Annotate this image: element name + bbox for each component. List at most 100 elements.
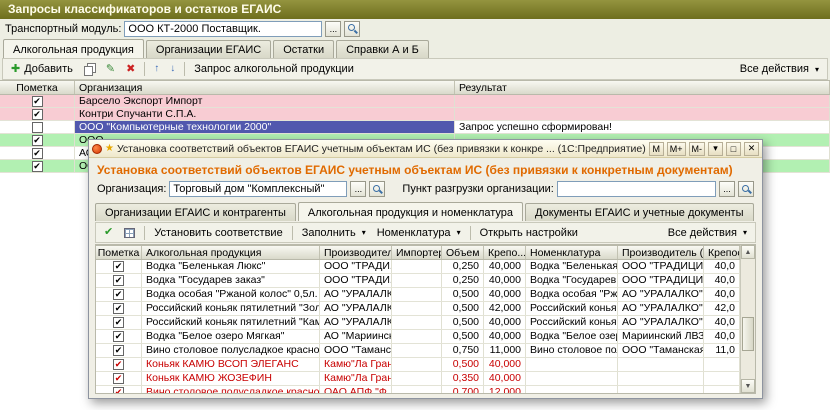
alcohol-cell[interactable]: Коньяк КАМЮ ВСОП ЭЛЕГАНС — [142, 358, 320, 371]
alcohol-cell[interactable]: Водка особая "Ржаной колос" 0,5л. — [142, 288, 320, 301]
row-checkbox[interactable] — [31, 147, 43, 159]
row-checkbox[interactable] — [113, 387, 124, 393]
volume-cell[interactable]: 0,750 — [442, 344, 484, 357]
nomenclature-cell[interactable]: Российский коньяк пятиле... — [526, 302, 618, 315]
producer-cell[interactable]: АО "УРАЛАЛК... — [320, 288, 392, 301]
organization-search-button[interactable] — [369, 181, 386, 197]
row-checkbox[interactable] — [31, 134, 43, 146]
move-down-button[interactable]: ↓ — [165, 62, 180, 76]
result-cell[interactable] — [455, 95, 830, 107]
row-checkbox[interactable] — [31, 121, 43, 133]
nomenclature-cell[interactable]: Российский коньяк пятиле... — [526, 316, 618, 329]
tab-certificates-a-b[interactable]: Справки А и Б — [336, 40, 429, 58]
nom-strength-cell[interactable]: 40,0 — [704, 260, 740, 273]
volume-cell[interactable]: 0,500 — [442, 316, 484, 329]
nom-producer-cell[interactable]: АО "УРАЛАЛКО" — [618, 288, 704, 301]
nomenclature-cell[interactable]: Вино столовое полусладк... — [526, 344, 618, 357]
mark-cell[interactable] — [0, 95, 75, 107]
strength-cell[interactable]: 40,000 — [484, 358, 526, 371]
row-checkbox[interactable] — [113, 345, 124, 356]
producer-cell[interactable]: АО "УРАЛАЛК... — [320, 316, 392, 329]
row-checkbox[interactable] — [113, 317, 124, 328]
result-cell[interactable]: Запрос успешно сформирован! — [455, 121, 830, 133]
column-header-nomenclature[interactable]: Номенклатура — [526, 246, 618, 259]
organization-cell[interactable]: Контри Спучанти С.П.А. — [75, 108, 455, 120]
nom-producer-cell[interactable]: ООО "Таманская вин... — [618, 344, 704, 357]
strength-cell[interactable]: 42,000 — [484, 302, 526, 315]
titlebar-dropdown-button[interactable]: ▾ — [708, 141, 723, 156]
mark-cell[interactable] — [0, 108, 75, 120]
strength-cell[interactable]: 12,000 — [484, 386, 526, 393]
nom-strength-cell[interactable] — [704, 386, 740, 393]
alcohol-cell[interactable]: Российский коньяк пятилетний "Каменный .… — [142, 316, 320, 329]
importer-cell[interactable] — [392, 344, 442, 357]
row-checkbox[interactable] — [113, 289, 124, 300]
nom-strength-cell[interactable] — [704, 358, 740, 371]
column-header-mark[interactable]: Пометка — [0, 81, 75, 94]
column-header-strength[interactable]: Крепо... — [484, 246, 526, 259]
organization-select-button[interactable]: ... — [350, 181, 367, 197]
organization-row[interactable]: ООО "Компьютерные технологии 2000" Запро… — [0, 121, 830, 134]
mark-cell[interactable] — [96, 302, 142, 315]
volume-cell[interactable]: 0,500 — [442, 358, 484, 371]
nom-producer-cell[interactable]: АО "УРАЛАЛКО" — [618, 316, 704, 329]
strength-cell[interactable]: 40,000 — [484, 288, 526, 301]
row-checkbox[interactable] — [113, 261, 124, 272]
importer-cell[interactable] — [392, 316, 442, 329]
nom-producer-cell[interactable]: АО "УРАЛАЛКО" — [618, 302, 704, 315]
list-button[interactable] — [119, 226, 140, 240]
transport-select-button[interactable]: ... — [325, 20, 342, 37]
product-row[interactable]: Водка "Беленькая Люкс" ООО "ТРАДИ... 0,2… — [96, 260, 740, 274]
mark-cell[interactable] — [0, 147, 75, 159]
mark-cell[interactable] — [96, 372, 142, 385]
product-row[interactable]: Российский коньяк пятилетний "Каменный .… — [96, 316, 740, 330]
strength-cell[interactable]: 40,000 — [484, 260, 526, 273]
fill-button[interactable]: Заполнить ▾ — [297, 225, 371, 241]
mark-cell[interactable] — [0, 121, 75, 133]
vertical-scrollbar[interactable]: ▲ ▼ — [740, 245, 755, 393]
tab-egais-organizations[interactable]: Организации ЕГАИС — [145, 40, 272, 58]
nom-producer-cell[interactable]: Мариинский ЛВЗ — [618, 330, 704, 343]
result-cell[interactable] — [455, 108, 830, 120]
row-checkbox[interactable] — [113, 359, 124, 370]
nom-producer-cell[interactable] — [618, 358, 704, 371]
importer-cell[interactable] — [392, 288, 442, 301]
add-button[interactable]: ✚ Добавить — [6, 61, 78, 77]
column-header-alcohol[interactable]: Алкогольная продукция — [142, 246, 320, 259]
importer-cell[interactable] — [392, 274, 442, 287]
nomenclature-cell[interactable]: Водка "Беленькая Люкс" — [526, 260, 618, 273]
producer-cell[interactable]: Камю"Ла Гран... — [320, 358, 392, 371]
mark-cell[interactable] — [96, 386, 142, 393]
mark-cell[interactable] — [96, 358, 142, 371]
product-row[interactable]: Водка особая "Ржаной колос" 0,5л. АО "УР… — [96, 288, 740, 302]
mark-cell[interactable] — [96, 330, 142, 343]
importer-cell[interactable] — [392, 372, 442, 385]
nomenclature-cell[interactable] — [526, 386, 618, 393]
organization-row[interactable]: Барсело Экспорт Импорт — [0, 95, 830, 108]
importer-cell[interactable] — [392, 302, 442, 315]
alcohol-cell[interactable]: Водка "Белое озеро Мягкая" — [142, 330, 320, 343]
memory-m-minus-button[interactable]: М- — [688, 141, 705, 156]
favorites-star-icon[interactable]: ★ — [105, 143, 114, 154]
mark-cell[interactable] — [0, 134, 75, 146]
nom-strength-cell[interactable]: 42,0 — [704, 302, 740, 315]
row-checkbox[interactable] — [113, 303, 124, 314]
volume-cell[interactable]: 0,500 — [442, 302, 484, 315]
column-header-result[interactable]: Результат — [455, 81, 830, 94]
nom-strength-cell[interactable]: 40,0 — [704, 288, 740, 301]
mark-cell[interactable] — [96, 260, 142, 273]
importer-cell[interactable] — [392, 386, 442, 393]
alcohol-cell[interactable]: Водка "Государев заказ" — [142, 274, 320, 287]
organization-input[interactable] — [169, 181, 348, 197]
mark-cell[interactable] — [96, 344, 142, 357]
scroll-down-button[interactable]: ▼ — [741, 379, 755, 393]
mark-cell[interactable] — [96, 274, 142, 287]
move-up-button[interactable]: ↑ — [149, 62, 164, 76]
alcohol-cell[interactable]: Коньяк КАМЮ ЖОЗЕФИН — [142, 372, 320, 385]
column-header-organization[interactable]: Организация — [75, 81, 455, 94]
organization-cell[interactable]: Барсело Экспорт Импорт — [75, 95, 455, 107]
nom-strength-cell[interactable]: 40,0 — [704, 316, 740, 329]
volume-cell[interactable]: 0,500 — [442, 330, 484, 343]
nomenclature-button[interactable]: Номенклатура ▾ — [372, 225, 466, 241]
row-checkbox[interactable] — [31, 95, 43, 107]
